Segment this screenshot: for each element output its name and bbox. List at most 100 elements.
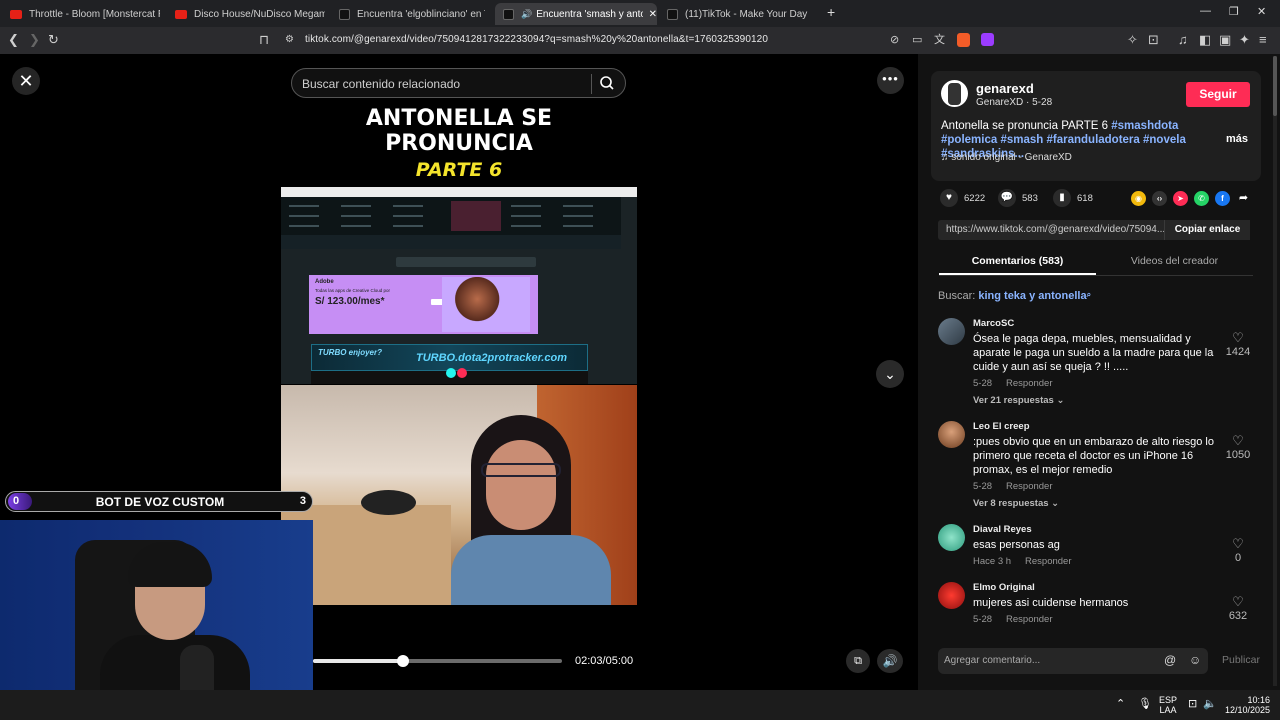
bookmark-icon[interactable]: ▮ (1053, 189, 1071, 207)
hashtag[interactable]: #smash (1000, 134, 1043, 146)
comment-username[interactable]: Leo El creep (973, 421, 1030, 432)
embed-icon[interactable]: ‹› (1152, 191, 1167, 206)
reload-icon[interactable]: ↻ (48, 33, 59, 47)
coin-share-icon[interactable]: ◉ (1131, 191, 1146, 206)
author-username[interactable]: genarexd (976, 81, 1034, 96)
hashtag[interactable]: #polemica (941, 134, 997, 146)
extensions-icon[interactable]: ✧ (1127, 33, 1138, 47)
browser-tab-active[interactable]: 🔊 Encuentra 'smash y antonella' ✕ (495, 3, 657, 25)
details-panel: genarexd GenareXD · 5-28 Seguir Antonell… (918, 54, 1280, 690)
close-window-button[interactable]: ✕ (1257, 5, 1266, 18)
mention-icon[interactable]: @ (1164, 653, 1176, 667)
comment-username[interactable]: MarcoSC (973, 318, 1014, 329)
share-arrow-icon[interactable]: ➦ (1236, 191, 1251, 206)
hashtag[interactable]: #novela (1143, 134, 1186, 146)
related-search-input[interactable]: Buscar contenido relacionado (291, 68, 626, 98)
language-indicator[interactable]: ESP LAA (1157, 695, 1179, 715)
close-video-button[interactable]: ✕ (12, 67, 40, 95)
chevron-up-icon[interactable]: ⌃ (1116, 699, 1125, 710)
comment-icon[interactable]: 💬 (998, 189, 1016, 207)
tiktok-icon (339, 8, 350, 20)
more-options-button[interactable]: ••• (877, 67, 904, 94)
wallet-icon[interactable]: ▣ (1219, 33, 1231, 47)
comment-input[interactable]: Agregar comentario... @ ☺ (938, 648, 1208, 674)
translate-icon[interactable]: 文 (934, 33, 945, 47)
browser-tab[interactable]: Disco House/NuDisco Megamix 2023 (175, 3, 325, 25)
no-video-icon[interactable]: ⊘ (890, 33, 899, 47)
sound-link[interactable]: ♫ sonido original - GenareXD (941, 152, 1072, 163)
search-icon[interactable] (599, 75, 615, 91)
avatar[interactable] (938, 582, 965, 609)
comment-username[interactable]: Diaval Reyes (973, 524, 1032, 535)
comment-username[interactable]: Elmo Original (973, 582, 1035, 593)
search-divider (591, 74, 592, 94)
leo-ai-icon[interactable]: ✦ (1239, 33, 1250, 47)
site-info-icon[interactable]: ⚙ (285, 33, 294, 47)
send-icon[interactable]: ➤ (1173, 191, 1188, 206)
back-icon[interactable]: ❮ (8, 33, 19, 47)
reply-button[interactable]: Responder (1006, 614, 1052, 625)
stream-overlay-bar: 0 BOT DE VOZ CUSTOM 3 (5, 491, 313, 512)
browser-toolbar: ❮ ❯ ↻ ⊓ ⚙ tiktok.com/@genarexd/video/750… (0, 27, 1280, 54)
share-link-field[interactable]: https://www.tiktok.com/@genarexd/video/7… (938, 220, 1250, 240)
clock[interactable]: 10:16 12/10/2025 (1222, 695, 1270, 715)
volume-icon[interactable]: 🔈 (1203, 699, 1217, 710)
whatsapp-icon[interactable]: ✆ (1194, 191, 1209, 206)
tab-creator-videos[interactable]: Videos del creador (1096, 255, 1253, 267)
sidebar-icon[interactable]: ◧ (1199, 33, 1211, 47)
comment-item: MarcoSC Ósea le paga depa, muebles, mens… (938, 318, 1258, 413)
video-progress-bar[interactable] (313, 655, 562, 667)
avatar[interactable] (938, 421, 965, 448)
picture-in-picture-button[interactable]: ⧉ (846, 649, 870, 673)
copy-link-button[interactable]: Copiar enlace (1164, 220, 1250, 240)
facebook-icon[interactable]: f (1215, 191, 1230, 206)
forward-icon[interactable]: ❯ (29, 33, 40, 47)
cast-icon[interactable]: ▭ (912, 33, 922, 47)
microphone-icon[interactable]: 🎙 (1138, 699, 1152, 710)
comment-like[interactable]: ♡ 0 (1218, 536, 1258, 564)
hashtag[interactable]: #faranduladotera (1047, 134, 1140, 146)
publish-button[interactable]: Publicar (1222, 654, 1260, 666)
brave-rewards-icon[interactable] (981, 33, 994, 46)
speaker-icon: 🔊 (521, 8, 533, 19)
browser-tab[interactable]: Throttle - Bloom [Monstercat Releas (10, 3, 160, 25)
comment-like[interactable]: ♡ 632 (1218, 594, 1258, 622)
url-bar[interactable]: tiktok.com/@genarexd/video/7509412817322… (305, 34, 768, 45)
new-tab-button[interactable]: + (827, 4, 835, 20)
emoji-icon[interactable]: ☺ (1189, 653, 1201, 667)
menu-icon[interactable]: ≡ (1259, 33, 1267, 47)
progress-thumb[interactable] (396, 655, 409, 667)
brave-shield-icon[interactable] (957, 33, 970, 47)
caption-more-link[interactable]: más (1226, 133, 1248, 145)
reply-button[interactable]: Responder (1025, 556, 1071, 567)
follow-button[interactable]: Seguir (1186, 82, 1250, 107)
volume-button[interactable]: 🔊 (877, 649, 903, 673)
reply-button[interactable]: Responder (1006, 481, 1052, 492)
tab-comments[interactable]: Comentarios (583) (939, 255, 1096, 267)
like-icon[interactable]: ♥ (940, 189, 958, 207)
video-player[interactable]: Buscar contenido relacionado ANTONELLA S… (281, 54, 637, 690)
search-icon: ⌕ (1086, 290, 1092, 299)
reply-button[interactable]: Responder (1006, 378, 1052, 389)
network-icon[interactable]: ⊡ (1188, 699, 1197, 710)
comment-meta: Hace 3 h Responder (973, 556, 1072, 567)
search-suggestion[interactable]: Buscar: king teka y antonella⌕ (938, 290, 1091, 302)
next-video-button[interactable]: ⌄ (876, 360, 904, 388)
music-icon[interactable]: ♫ (1178, 33, 1188, 47)
browser-tab[interactable]: (11)TikTok - Make Your Day (667, 3, 817, 25)
avatar[interactable] (941, 80, 968, 107)
view-replies-button[interactable]: Ver 8 respuestas ⌄ (973, 498, 1059, 509)
hashtag[interactable]: #smashdota (1111, 120, 1178, 132)
restore-button[interactable]: ❐ (1229, 5, 1239, 18)
tab-search-icon[interactable]: ⊡ (1148, 33, 1159, 47)
view-replies-button[interactable]: Ver 21 respuestas ⌄ (973, 395, 1064, 406)
browser-tab[interactable]: Encuentra 'elgoblinciano' en TikTok | (339, 3, 485, 25)
avatar[interactable] (938, 524, 965, 551)
avatar[interactable] (938, 318, 965, 345)
comment-like[interactable]: ♡ 1050 (1218, 433, 1258, 461)
scrollbar[interactable] (1273, 56, 1277, 686)
close-tab-icon[interactable]: ✕ (649, 9, 657, 20)
bookmark-icon[interactable]: ⊓ (259, 33, 269, 47)
comment-like[interactable]: ♡ 1424 (1218, 330, 1258, 358)
minimize-button[interactable]: — (1200, 5, 1211, 17)
